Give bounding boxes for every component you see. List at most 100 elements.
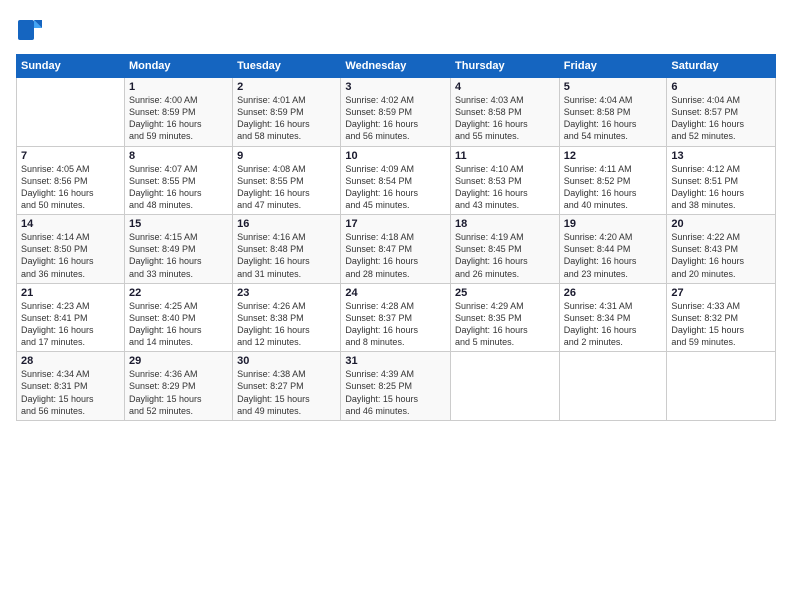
day-number: 9 bbox=[237, 150, 336, 162]
day-info: Sunrise: 4:33 AM Sunset: 8:32 PM Dayligh… bbox=[671, 300, 771, 349]
day-cell bbox=[451, 352, 560, 421]
day-cell: 8Sunrise: 4:07 AM Sunset: 8:55 PM Daylig… bbox=[124, 146, 232, 215]
day-cell bbox=[667, 352, 776, 421]
day-number: 23 bbox=[237, 287, 336, 299]
day-number: 30 bbox=[237, 355, 336, 367]
day-number: 11 bbox=[455, 150, 555, 162]
day-number: 6 bbox=[671, 81, 771, 93]
day-cell: 3Sunrise: 4:02 AM Sunset: 8:59 PM Daylig… bbox=[341, 78, 451, 147]
week-row-5: 28Sunrise: 4:34 AM Sunset: 8:31 PM Dayli… bbox=[17, 352, 776, 421]
day-cell: 24Sunrise: 4:28 AM Sunset: 8:37 PM Dayli… bbox=[341, 283, 451, 352]
col-header-thursday: Thursday bbox=[451, 55, 560, 78]
col-header-saturday: Saturday bbox=[667, 55, 776, 78]
day-cell: 10Sunrise: 4:09 AM Sunset: 8:54 PM Dayli… bbox=[341, 146, 451, 215]
day-number: 27 bbox=[671, 287, 771, 299]
day-number: 25 bbox=[455, 287, 555, 299]
day-cell: 13Sunrise: 4:12 AM Sunset: 8:51 PM Dayli… bbox=[667, 146, 776, 215]
day-info: Sunrise: 4:23 AM Sunset: 8:41 PM Dayligh… bbox=[21, 300, 120, 349]
col-header-friday: Friday bbox=[559, 55, 667, 78]
day-cell: 6Sunrise: 4:04 AM Sunset: 8:57 PM Daylig… bbox=[667, 78, 776, 147]
day-info: Sunrise: 4:10 AM Sunset: 8:53 PM Dayligh… bbox=[455, 163, 555, 212]
page-header bbox=[16, 16, 776, 44]
day-cell: 18Sunrise: 4:19 AM Sunset: 8:45 PM Dayli… bbox=[451, 215, 560, 284]
day-info: Sunrise: 4:14 AM Sunset: 8:50 PM Dayligh… bbox=[21, 231, 120, 280]
day-number: 1 bbox=[129, 81, 228, 93]
day-cell: 19Sunrise: 4:20 AM Sunset: 8:44 PM Dayli… bbox=[559, 215, 667, 284]
day-info: Sunrise: 4:00 AM Sunset: 8:59 PM Dayligh… bbox=[129, 94, 228, 143]
day-info: Sunrise: 4:02 AM Sunset: 8:59 PM Dayligh… bbox=[345, 94, 446, 143]
day-info: Sunrise: 4:16 AM Sunset: 8:48 PM Dayligh… bbox=[237, 231, 336, 280]
day-info: Sunrise: 4:39 AM Sunset: 8:25 PM Dayligh… bbox=[345, 368, 446, 417]
col-header-wednesday: Wednesday bbox=[341, 55, 451, 78]
day-cell: 2Sunrise: 4:01 AM Sunset: 8:59 PM Daylig… bbox=[233, 78, 341, 147]
day-info: Sunrise: 4:04 AM Sunset: 8:57 PM Dayligh… bbox=[671, 94, 771, 143]
day-cell: 17Sunrise: 4:18 AM Sunset: 8:47 PM Dayli… bbox=[341, 215, 451, 284]
day-number: 31 bbox=[345, 355, 446, 367]
col-header-tuesday: Tuesday bbox=[233, 55, 341, 78]
day-cell: 12Sunrise: 4:11 AM Sunset: 8:52 PM Dayli… bbox=[559, 146, 667, 215]
col-header-sunday: Sunday bbox=[17, 55, 125, 78]
calendar-header-row: SundayMondayTuesdayWednesdayThursdayFrid… bbox=[17, 55, 776, 78]
day-number: 5 bbox=[564, 81, 663, 93]
day-info: Sunrise: 4:28 AM Sunset: 8:37 PM Dayligh… bbox=[345, 300, 446, 349]
day-number: 14 bbox=[21, 218, 120, 230]
week-row-2: 7Sunrise: 4:05 AM Sunset: 8:56 PM Daylig… bbox=[17, 146, 776, 215]
day-number: 24 bbox=[345, 287, 446, 299]
day-cell: 22Sunrise: 4:25 AM Sunset: 8:40 PM Dayli… bbox=[124, 283, 232, 352]
day-info: Sunrise: 4:34 AM Sunset: 8:31 PM Dayligh… bbox=[21, 368, 120, 417]
day-number: 10 bbox=[345, 150, 446, 162]
day-info: Sunrise: 4:18 AM Sunset: 8:47 PM Dayligh… bbox=[345, 231, 446, 280]
day-cell: 27Sunrise: 4:33 AM Sunset: 8:32 PM Dayli… bbox=[667, 283, 776, 352]
day-number: 13 bbox=[671, 150, 771, 162]
day-cell: 28Sunrise: 4:34 AM Sunset: 8:31 PM Dayli… bbox=[17, 352, 125, 421]
day-info: Sunrise: 4:31 AM Sunset: 8:34 PM Dayligh… bbox=[564, 300, 663, 349]
day-info: Sunrise: 4:08 AM Sunset: 8:55 PM Dayligh… bbox=[237, 163, 336, 212]
day-cell: 31Sunrise: 4:39 AM Sunset: 8:25 PM Dayli… bbox=[341, 352, 451, 421]
day-cell: 20Sunrise: 4:22 AM Sunset: 8:43 PM Dayli… bbox=[667, 215, 776, 284]
day-info: Sunrise: 4:36 AM Sunset: 8:29 PM Dayligh… bbox=[129, 368, 228, 417]
day-number: 26 bbox=[564, 287, 663, 299]
day-info: Sunrise: 4:19 AM Sunset: 8:45 PM Dayligh… bbox=[455, 231, 555, 280]
day-cell: 5Sunrise: 4:04 AM Sunset: 8:58 PM Daylig… bbox=[559, 78, 667, 147]
day-cell: 11Sunrise: 4:10 AM Sunset: 8:53 PM Dayli… bbox=[451, 146, 560, 215]
logo bbox=[16, 16, 48, 44]
day-cell: 26Sunrise: 4:31 AM Sunset: 8:34 PM Dayli… bbox=[559, 283, 667, 352]
week-row-1: 1Sunrise: 4:00 AM Sunset: 8:59 PM Daylig… bbox=[17, 78, 776, 147]
day-cell: 1Sunrise: 4:00 AM Sunset: 8:59 PM Daylig… bbox=[124, 78, 232, 147]
day-cell: 15Sunrise: 4:15 AM Sunset: 8:49 PM Dayli… bbox=[124, 215, 232, 284]
day-cell bbox=[17, 78, 125, 147]
day-number: 12 bbox=[564, 150, 663, 162]
day-number: 16 bbox=[237, 218, 336, 230]
day-number: 20 bbox=[671, 218, 771, 230]
day-number: 8 bbox=[129, 150, 228, 162]
calendar-table: SundayMondayTuesdayWednesdayThursdayFrid… bbox=[16, 54, 776, 421]
day-info: Sunrise: 4:05 AM Sunset: 8:56 PM Dayligh… bbox=[21, 163, 120, 212]
day-number: 17 bbox=[345, 218, 446, 230]
day-cell: 29Sunrise: 4:36 AM Sunset: 8:29 PM Dayli… bbox=[124, 352, 232, 421]
day-number: 19 bbox=[564, 218, 663, 230]
day-cell: 30Sunrise: 4:38 AM Sunset: 8:27 PM Dayli… bbox=[233, 352, 341, 421]
day-number: 21 bbox=[21, 287, 120, 299]
week-row-3: 14Sunrise: 4:14 AM Sunset: 8:50 PM Dayli… bbox=[17, 215, 776, 284]
day-cell bbox=[559, 352, 667, 421]
day-cell: 9Sunrise: 4:08 AM Sunset: 8:55 PM Daylig… bbox=[233, 146, 341, 215]
day-info: Sunrise: 4:15 AM Sunset: 8:49 PM Dayligh… bbox=[129, 231, 228, 280]
col-header-monday: Monday bbox=[124, 55, 232, 78]
day-info: Sunrise: 4:29 AM Sunset: 8:35 PM Dayligh… bbox=[455, 300, 555, 349]
day-info: Sunrise: 4:11 AM Sunset: 8:52 PM Dayligh… bbox=[564, 163, 663, 212]
day-number: 2 bbox=[237, 81, 336, 93]
day-info: Sunrise: 4:01 AM Sunset: 8:59 PM Dayligh… bbox=[237, 94, 336, 143]
logo-icon bbox=[16, 16, 44, 44]
day-number: 22 bbox=[129, 287, 228, 299]
day-number: 7 bbox=[21, 150, 120, 162]
day-info: Sunrise: 4:38 AM Sunset: 8:27 PM Dayligh… bbox=[237, 368, 336, 417]
day-number: 28 bbox=[21, 355, 120, 367]
day-cell: 7Sunrise: 4:05 AM Sunset: 8:56 PM Daylig… bbox=[17, 146, 125, 215]
day-cell: 4Sunrise: 4:03 AM Sunset: 8:58 PM Daylig… bbox=[451, 78, 560, 147]
day-cell: 21Sunrise: 4:23 AM Sunset: 8:41 PM Dayli… bbox=[17, 283, 125, 352]
day-info: Sunrise: 4:22 AM Sunset: 8:43 PM Dayligh… bbox=[671, 231, 771, 280]
day-info: Sunrise: 4:09 AM Sunset: 8:54 PM Dayligh… bbox=[345, 163, 446, 212]
week-row-4: 21Sunrise: 4:23 AM Sunset: 8:41 PM Dayli… bbox=[17, 283, 776, 352]
day-cell: 14Sunrise: 4:14 AM Sunset: 8:50 PM Dayli… bbox=[17, 215, 125, 284]
day-cell: 25Sunrise: 4:29 AM Sunset: 8:35 PM Dayli… bbox=[451, 283, 560, 352]
